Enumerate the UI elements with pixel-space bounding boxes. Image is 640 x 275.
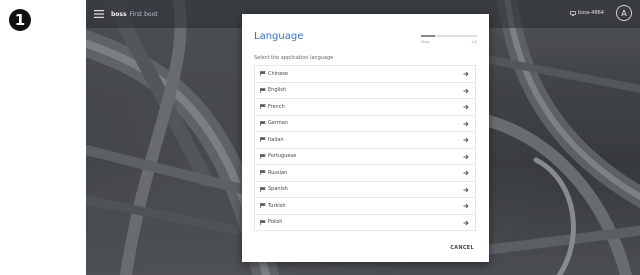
language-option-turkish[interactable]: Turkish	[254, 198, 476, 215]
language-option-french[interactable]: French	[254, 99, 476, 116]
device-label: boss-4864	[578, 10, 604, 16]
page-title: First boot	[129, 10, 158, 18]
flag-icon	[260, 153, 266, 159]
language-option-english[interactable]: English	[254, 82, 476, 99]
arrow-right-icon	[463, 203, 469, 209]
arrow-right-icon	[463, 88, 469, 93]
arrow-right-icon	[463, 220, 469, 225]
arrow-right-icon	[463, 121, 469, 126]
wizard-progress: Step 1/4	[421, 35, 477, 47]
app-brand: boss	[111, 10, 127, 18]
language-list: Chinese English French German Italian Portugu…	[254, 65, 476, 231]
arrow-right-icon	[463, 137, 469, 143]
arrow-right-icon	[463, 104, 469, 110]
dialog-title: Language	[254, 31, 304, 42]
display-icon	[570, 10, 576, 16]
language-label: Polish	[268, 219, 283, 226]
language-label: Spanish	[268, 186, 288, 193]
language-label: English	[268, 87, 287, 94]
flag-icon	[260, 71, 266, 77]
flag-icon	[260, 120, 266, 126]
progress-start-label: Step	[421, 40, 429, 44]
language-option-russian[interactable]: Russian	[254, 165, 476, 182]
flag-icon	[260, 170, 266, 176]
device-indicator[interactable]: boss-4864	[570, 10, 604, 16]
cancel-button[interactable]: CANCEL	[447, 243, 477, 253]
language-option-italian[interactable]: Italian	[254, 132, 476, 149]
flag-icon	[260, 186, 266, 192]
flag-icon	[260, 203, 266, 209]
language-label: Russian	[268, 169, 288, 176]
flag-icon	[260, 219, 266, 225]
language-option-portuguese[interactable]: Portuguese	[254, 148, 476, 165]
language-dialog: Language Step 1/4 Select the application…	[242, 14, 489, 262]
flag-icon	[260, 87, 266, 93]
language-label: French	[268, 103, 285, 110]
avatar[interactable]: A	[616, 5, 632, 21]
language-label: Portuguese	[268, 153, 297, 160]
progress-fill	[421, 35, 435, 37]
flag-icon	[260, 104, 266, 110]
arrow-right-icon	[463, 154, 469, 159]
progress-end-label: 1/4	[471, 40, 477, 44]
arrow-right-icon	[463, 71, 469, 77]
arrow-right-icon	[463, 187, 469, 192]
menu-icon[interactable]	[92, 8, 106, 20]
step-number-badge: 1	[9, 9, 31, 31]
language-label: Turkish	[268, 202, 286, 209]
language-option-chinese[interactable]: Chinese	[254, 66, 476, 83]
language-label: Chinese	[268, 70, 288, 77]
language-label: Italian	[268, 136, 284, 143]
flag-icon	[260, 137, 266, 143]
language-option-polish[interactable]: Polish	[254, 214, 476, 231]
language-label: German	[268, 120, 289, 127]
language-option-spanish[interactable]: Spanish	[254, 181, 476, 198]
arrow-right-icon	[463, 170, 469, 176]
language-option-german[interactable]: German	[254, 115, 476, 132]
dialog-subtitle: Select the application language	[254, 55, 334, 61]
